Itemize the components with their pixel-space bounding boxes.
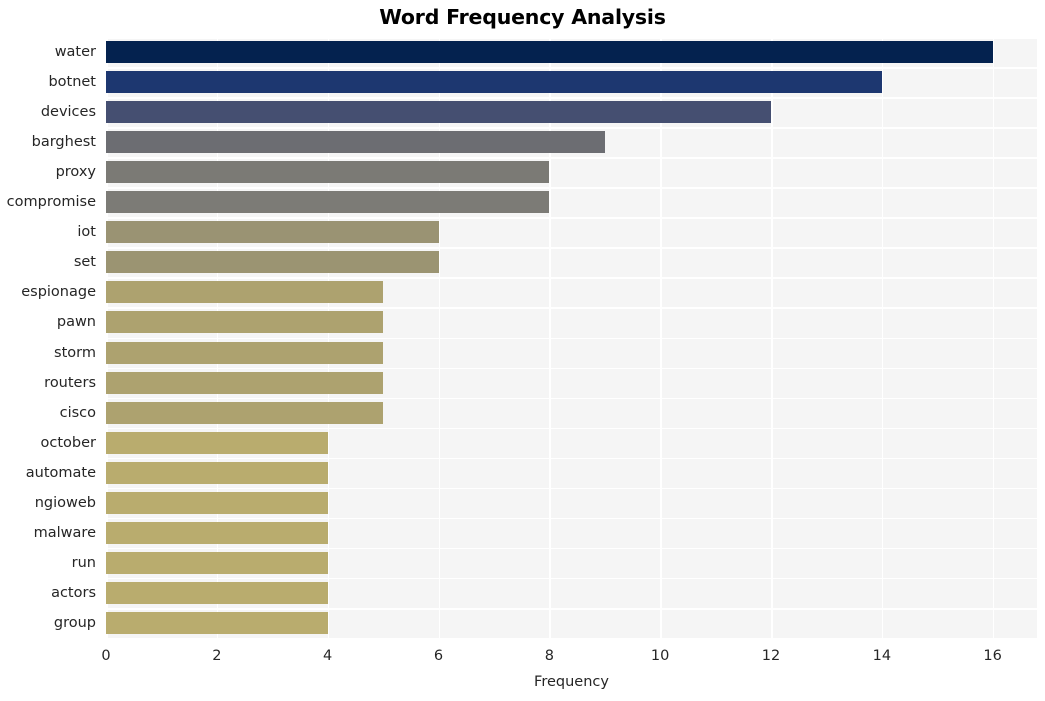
horizontal-gridline [106,127,1037,129]
bar [106,371,384,394]
bar [106,71,882,94]
x-axis-tick-label: 0 [101,648,111,664]
chart-title: Word Frequency Analysis [379,5,666,29]
y-axis-tick-label: ngioweb [34,494,96,511]
horizontal-gridline [106,277,1037,279]
y-axis-tick-label: water [54,44,96,61]
bar [106,431,328,454]
horizontal-gridline [106,577,1037,580]
horizontal-gridline [106,97,1037,99]
y-axis-tick-label: espionage [21,284,96,301]
y-axis-tick-label: compromise [6,194,96,211]
horizontal-gridline [106,517,1037,520]
horizontal-gridline [106,307,1037,310]
horizontal-gridline [106,457,1037,460]
bar [106,191,550,214]
y-axis-tick-label: pawn [56,314,96,331]
bar [106,611,328,634]
y-axis-tick-label: barghest [31,134,96,151]
y-axis-tick-label: iot [77,224,96,241]
x-axis-tick-label: 8 [544,648,554,664]
x-axis-tick-label: 4 [323,648,333,664]
horizontal-gridline [106,367,1037,370]
bar [106,221,439,244]
y-axis-tick-label: devices [40,104,96,121]
y-axis-tick-label: routers [44,374,96,391]
bar [106,161,550,184]
horizontal-gridline [106,427,1037,430]
y-axis-tick-label: cisco [59,404,96,421]
horizontal-gridline [106,217,1037,219]
y-axis-tick-label: october [40,434,97,451]
plot-area [106,37,1037,638]
horizontal-gridline [106,67,1037,69]
bar [106,461,328,484]
x-axis-tick-label: 10 [650,648,670,664]
bar [106,551,328,574]
horizontal-gridline [106,187,1037,189]
bar [106,581,328,604]
horizontal-gridline [106,397,1037,400]
bar [106,131,605,154]
horizontal-gridline [106,487,1037,490]
bar [106,41,993,64]
bar [106,251,439,274]
bar [106,401,384,424]
horizontal-gridline [106,247,1037,249]
horizontal-gridline [106,157,1037,159]
horizontal-gridline [106,547,1037,550]
bar [106,101,771,124]
y-axis-tick-label: malware [33,524,96,541]
horizontal-gridline [106,337,1037,340]
x-axis-tick-label: 16 [983,648,1002,664]
horizontal-gridline [106,607,1037,610]
y-axis-tick-label: proxy [55,164,96,181]
bar [106,311,384,334]
y-axis-tick-label: set [73,254,96,271]
y-axis-tick-label: group [53,614,96,631]
x-axis-label: Frequency [534,674,609,690]
x-axis-tick-label: 6 [433,648,444,664]
y-axis-tick-label: storm [54,344,96,361]
y-axis-tick-label: run [71,554,96,571]
x-axis-tick-label: 2 [212,648,222,664]
horizontal-gridline [106,37,1037,39]
y-axis-tick-label: automate [25,464,96,481]
bar [106,341,384,364]
y-axis-tick-label: actors [51,584,96,601]
bar [106,281,384,304]
y-axis-tick-label: botnet [48,74,96,91]
bar [106,521,328,544]
x-axis-tick-label: 12 [761,648,781,664]
x-axis-tick-label: 14 [872,648,892,664]
bar [106,491,328,514]
word-frequency-chart: Word Frequency Analysis water botnet devic… [0,0,1045,701]
